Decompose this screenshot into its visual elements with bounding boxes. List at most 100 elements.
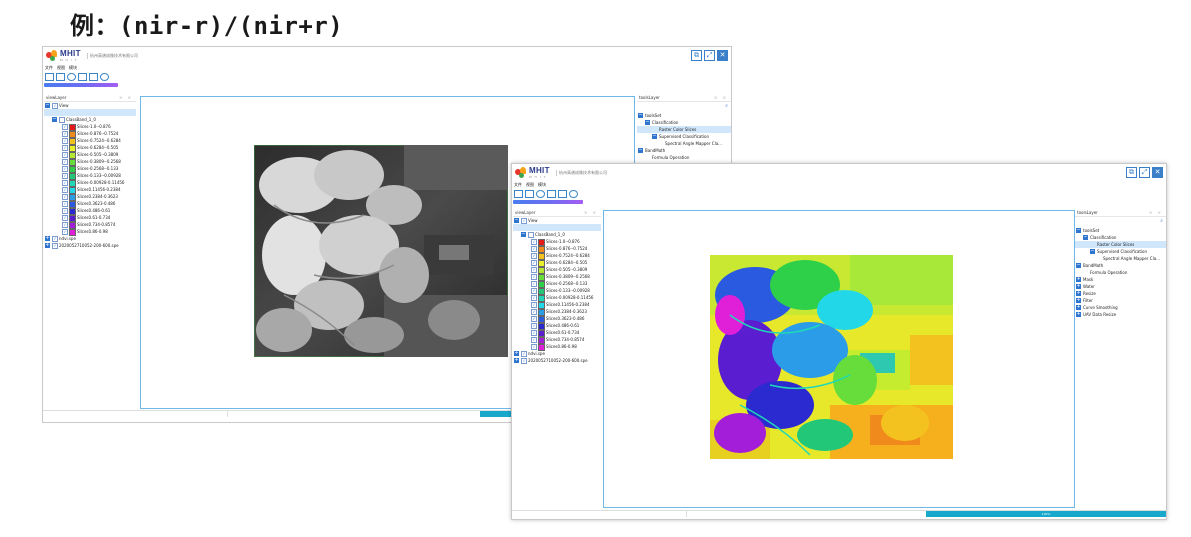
image-view[interactable] <box>603 210 1075 508</box>
maximize-icon[interactable]: ⤢ <box>1139 167 1150 178</box>
collapse-icon[interactable]: − <box>1076 263 1081 268</box>
tool-resize[interactable]: + Resize <box>1075 290 1166 297</box>
image-icon[interactable] <box>558 190 567 198</box>
collapse-icon[interactable]: − <box>1083 235 1088 240</box>
tree-file-spe[interactable]: + ✓ 2020052710052-200-600.spe <box>44 242 136 249</box>
tool-classification[interactable]: − Classification <box>637 119 731 126</box>
tool-curve-smoothing[interactable]: + Curve Smoothing <box>1075 304 1166 311</box>
slice-item[interactable]: ✓ Slices-0.505--0.3809 <box>44 151 136 159</box>
slice-item[interactable]: ✓ Slices0.61-0.734 <box>513 329 601 337</box>
slice-item[interactable]: ✓ Slices0.2384-0.3623 <box>513 308 601 316</box>
tool-uav-data-resize[interactable]: + UAV Data Resize <box>1075 311 1166 318</box>
slice-item[interactable]: ✓ Slices0.86-0.98 <box>513 343 601 351</box>
menu-module[interactable]: 模块 <box>69 65 77 70</box>
collapse-icon[interactable]: − <box>521 232 526 237</box>
slice-item[interactable]: ✓ Slices0.3623-0.486 <box>513 315 601 323</box>
maximize-icon[interactable]: ⤢ <box>704 50 715 61</box>
menu-view[interactable]: 视图 <box>57 65 65 70</box>
collapse-icon[interactable]: − <box>638 113 643 118</box>
tool-formula-operation[interactable]: Formula Operation <box>1075 269 1166 276</box>
collapse-icon[interactable]: − <box>45 103 50 108</box>
tree-file-ndvi[interactable]: + ✓ ndvi.spe <box>513 350 601 357</box>
home-icon[interactable] <box>536 190 545 198</box>
collapse-icon[interactable]: − <box>1076 228 1081 233</box>
close-icon[interactable]: ✕ <box>1152 167 1163 178</box>
slice-item[interactable]: ✓ Slices-0.505--0.3809 <box>513 266 601 274</box>
tool-toolset[interactable]: − toolsSet <box>1075 227 1166 234</box>
image-icon[interactable] <box>89 73 98 81</box>
tool-raster-color-slices[interactable]: Raster Color Slices <box>1075 241 1166 248</box>
menu-file[interactable]: 文件 <box>45 65 53 70</box>
open-folder-icon[interactable] <box>514 190 523 198</box>
tree-selected-node[interactable] <box>513 224 601 231</box>
menu-module[interactable]: 模块 <box>538 182 546 187</box>
tool-formula-operation[interactable]: Formula Operation <box>637 154 731 161</box>
close-icon[interactable]: ✕ <box>717 50 728 61</box>
slice-item[interactable]: ✓ Slices0.734-0.8574 <box>44 221 136 229</box>
slice-item[interactable]: ✓ Slices0.486-0.61 <box>44 207 136 215</box>
tree-selected-node[interactable] <box>44 109 136 116</box>
tool-spectral-angle-mapper[interactable]: Spectral Angle Mapper Cla... <box>1075 255 1166 262</box>
slice-item[interactable]: ✓ Slices-0.7524--0.6284 <box>513 252 601 260</box>
file-icon[interactable] <box>56 73 65 81</box>
slice-item[interactable]: ✓ Slices0.11456-0.2384 <box>44 186 136 194</box>
expand-icon[interactable]: + <box>45 243 50 248</box>
expand-icon[interactable]: + <box>1076 291 1081 296</box>
tool-raster-color-slices[interactable]: Raster Color Slices <box>637 126 731 133</box>
restore-icon[interactable]: ⧉ <box>691 50 702 61</box>
chart-icon[interactable] <box>78 73 87 81</box>
slice-item[interactable]: ✓ Slices0.11456-0.2384 <box>513 301 601 309</box>
tree-file-spe[interactable]: + ✓ 2020052710052-200-600.spe <box>513 357 601 364</box>
visibility-checkbox[interactable]: ✓ <box>521 358 527 364</box>
slice-item[interactable]: ✓ Slices-0.2568--0.133 <box>44 165 136 173</box>
search-icon[interactable]: ⌕ <box>725 103 728 109</box>
chart-icon[interactable] <box>547 190 556 198</box>
menu-file[interactable]: 文件 <box>514 182 522 187</box>
collapse-icon[interactable]: − <box>514 218 519 223</box>
tool-supervised-classification[interactable]: − Supervised Classification <box>637 133 731 140</box>
expand-icon[interactable]: + <box>1076 312 1081 317</box>
expand-icon[interactable]: + <box>1076 298 1081 303</box>
expand-icon[interactable]: + <box>514 351 519 356</box>
tool-water[interactable]: + Water <box>1075 283 1166 290</box>
slice-item[interactable]: ✓ Slices-0.133--0.00928 <box>513 287 601 295</box>
collapse-icon[interactable]: − <box>52 117 57 122</box>
tool-mask[interactable]: + Mask <box>1075 276 1166 283</box>
slice-item[interactable]: ✓ Slices-0.3809--0.2568 <box>44 158 136 166</box>
slice-item[interactable]: ✓ Slices0.2384-0.3623 <box>44 193 136 201</box>
expand-icon[interactable]: + <box>1076 284 1081 289</box>
tool-bandmath[interactable]: − BandMath <box>637 147 731 154</box>
slice-item[interactable]: ✓ Slices-0.876--0.7524 <box>513 245 601 253</box>
collapse-icon[interactable]: − <box>652 134 657 139</box>
search-icon[interactable]: ⌕ <box>1160 218 1163 224</box>
expand-icon[interactable]: + <box>1076 277 1081 282</box>
slice-item[interactable]: ✓ Slices0.61-0.734 <box>44 214 136 222</box>
slice-item[interactable]: ✓ Slices-0.00928-0.11456 <box>513 294 601 302</box>
slice-item[interactable]: ✓ Slices-0.3809--0.2568 <box>513 273 601 281</box>
slice-item[interactable]: ✓ Slices-0.7524--0.6284 <box>44 137 136 145</box>
visibility-checkbox[interactable]: ✓ <box>52 243 58 249</box>
open-folder-icon[interactable] <box>45 73 54 81</box>
tool-filter[interactable]: + Filter <box>1075 297 1166 304</box>
menu-view[interactable]: 视图 <box>526 182 534 187</box>
export-icon[interactable] <box>100 73 109 81</box>
collapse-icon[interactable]: − <box>645 120 650 125</box>
tool-spectral-angle-mapper[interactable]: Spectral Angle Mapper Cla... <box>637 140 731 147</box>
slice-item[interactable]: ✓ Slices0.86-0.98 <box>44 228 136 236</box>
slice-item[interactable]: ✓ Slices-0.6284--0.505 <box>44 144 136 152</box>
tool-toolset[interactable]: − toolsSet <box>637 112 731 119</box>
panel-controls[interactable]: × × <box>119 94 133 101</box>
export-icon[interactable] <box>569 190 578 198</box>
expand-icon[interactable]: + <box>45 236 50 241</box>
tree-classband-node[interactable]: − ClassBand_1_0 <box>513 231 601 238</box>
restore-icon[interactable]: ⧉ <box>1126 167 1137 178</box>
collapse-icon[interactable]: − <box>638 148 643 153</box>
slice-item[interactable]: ✓ Slices-0.6284--0.505 <box>513 259 601 267</box>
home-icon[interactable] <box>67 73 76 81</box>
slice-item[interactable]: ✓ Slices-1.0--0.876 <box>44 123 136 131</box>
slice-item[interactable]: ✓ Slices-0.133--0.00928 <box>44 172 136 180</box>
file-icon[interactable] <box>525 190 534 198</box>
collapse-icon[interactable]: − <box>1090 249 1095 254</box>
panel-controls[interactable]: × × <box>584 209 598 216</box>
tool-classification[interactable]: − Classification <box>1075 234 1166 241</box>
